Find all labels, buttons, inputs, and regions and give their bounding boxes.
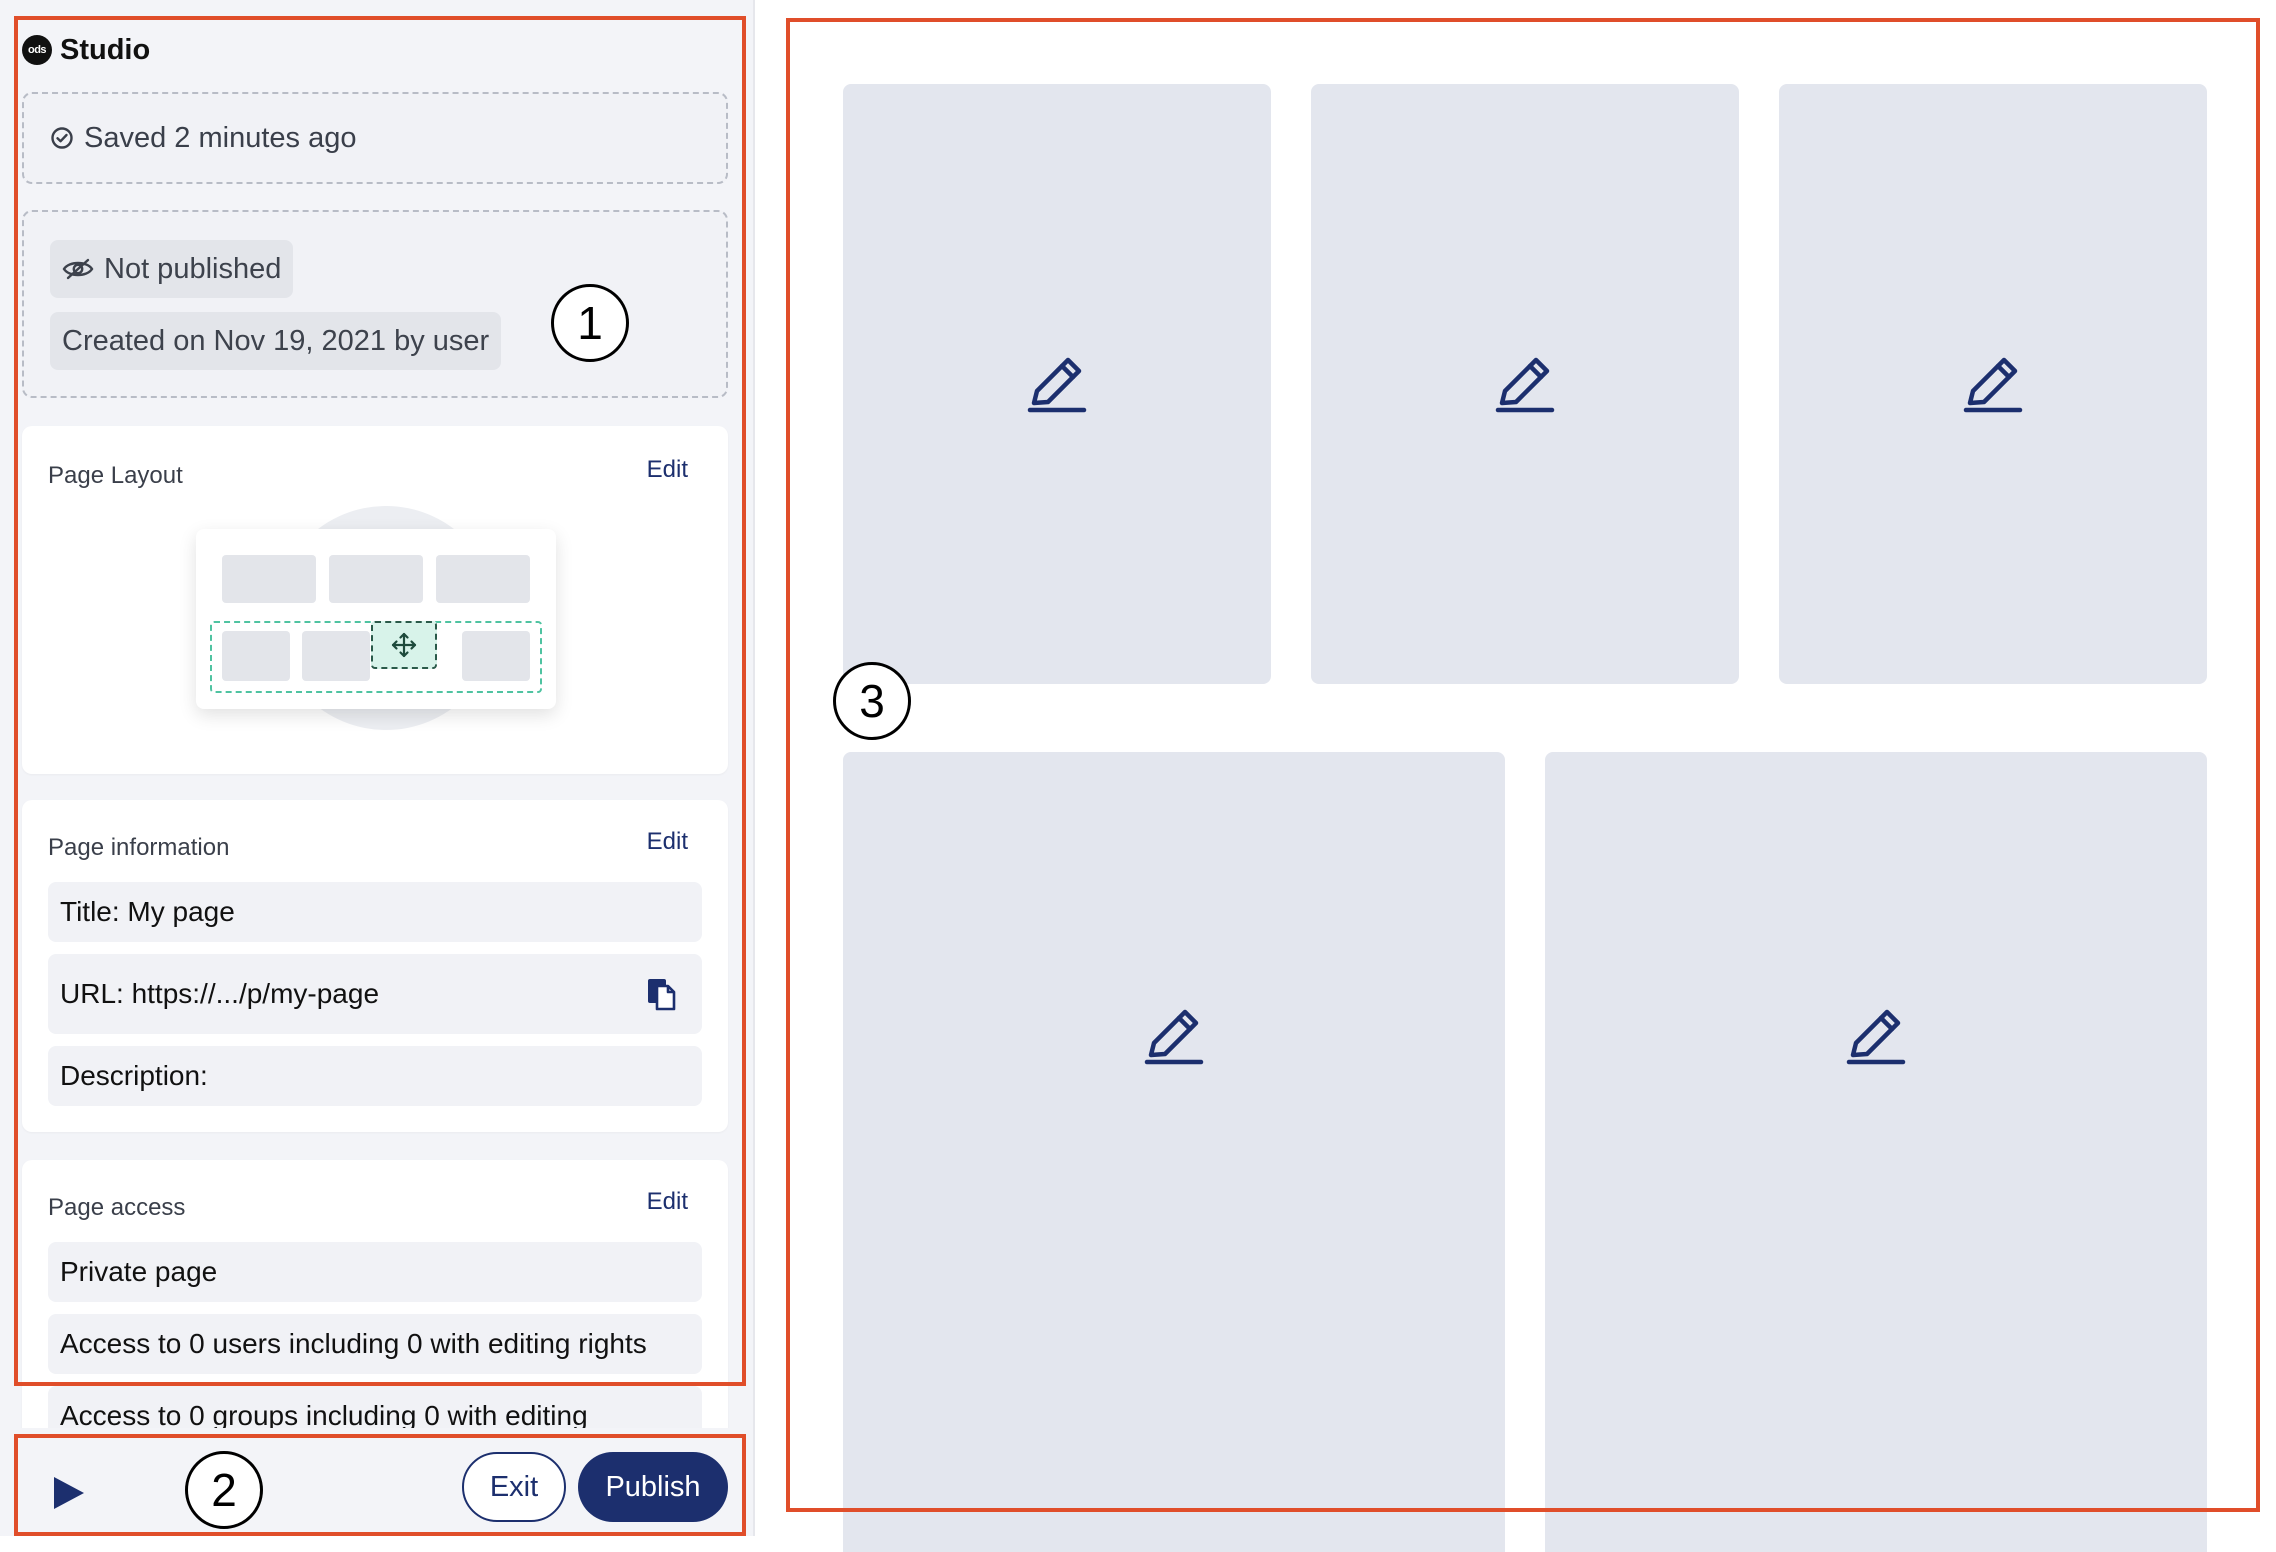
page-title-value: Title: My page <box>60 896 235 927</box>
page-info-title: Page information <box>48 834 230 861</box>
eye-off-icon <box>62 258 94 280</box>
brand: ods Studio <box>22 32 150 68</box>
page-privacy-value: Private page <box>60 1256 218 1287</box>
content-block-1[interactable] <box>843 84 1271 684</box>
brand-logo: ods <box>22 35 52 65</box>
publish-status-text: Not published <box>104 252 282 285</box>
group-access-value: Access to 0 groups including 0 with edit… <box>60 1400 588 1428</box>
check-circle-icon <box>51 127 73 149</box>
layout-block <box>222 631 290 681</box>
pencil-icon <box>1846 1009 1906 1065</box>
layout-drag-handle <box>371 621 437 669</box>
layout-block <box>436 555 530 603</box>
page-canvas <box>755 0 2276 1552</box>
bottom-action-bar: Exit Publish <box>0 1428 753 1536</box>
layout-illustration <box>196 529 556 709</box>
page-info-card: Page information Edit Title: My page URL… <box>22 800 728 1132</box>
page-privacy-field: Private page <box>48 1242 702 1302</box>
page-layout-title: Page Layout <box>48 462 183 489</box>
user-access-field: Access to 0 users including 0 with editi… <box>48 1314 702 1374</box>
page-description-field: Description: <box>48 1046 702 1106</box>
created-info-text: Created on Nov 19, 2021 by user <box>62 324 490 357</box>
exit-button[interactable]: Exit <box>462 1452 566 1522</box>
content-block-3[interactable] <box>1779 84 2207 684</box>
page-access-edit-link[interactable]: Edit <box>647 1188 688 1216</box>
page-description-value: Description: <box>60 1060 208 1091</box>
publish-status-badge: Not published <box>50 240 294 298</box>
sidebar-scroll-area[interactable]: ods Studio Saved 2 minutes ago Not publi… <box>0 0 753 1428</box>
sidebar: ods Studio Saved 2 minutes ago Not publi… <box>0 0 755 1536</box>
pencil-icon <box>1963 357 2023 413</box>
content-block-5[interactable] <box>1545 752 2207 1552</box>
annotation-marker-1: 1 <box>551 284 629 362</box>
page-access-title: Page access <box>48 1194 186 1221</box>
page-layout-card: Page Layout Edit <box>22 426 728 774</box>
pencil-icon <box>1144 1009 1204 1065</box>
page-info-edit-link[interactable]: Edit <box>647 828 688 856</box>
layout-block <box>462 631 530 681</box>
group-access-field: Access to 0 groups including 0 with edit… <box>48 1386 702 1428</box>
created-info-badge: Created on Nov 19, 2021 by user <box>50 312 502 370</box>
layout-block <box>222 555 316 603</box>
preview-button[interactable] <box>50 1474 88 1517</box>
page-access-card: Page access Edit Private page Access to … <box>22 1160 728 1428</box>
publish-button[interactable]: Publish <box>578 1452 728 1522</box>
play-icon <box>54 1477 84 1509</box>
brand-name: Studio <box>60 33 151 66</box>
page-url-value: URL: https://.../p/my-page <box>60 978 380 1009</box>
page-title-field: Title: My page <box>48 882 702 942</box>
user-access-value: Access to 0 users including 0 with editi… <box>60 1328 647 1359</box>
save-status-text: Saved 2 minutes ago <box>84 121 357 154</box>
annotation-marker-2: 2 <box>185 1451 263 1529</box>
content-block-4[interactable] <box>843 752 1505 1552</box>
save-status-card: Saved 2 minutes ago <box>22 92 728 184</box>
pencil-icon <box>1027 357 1087 413</box>
pencil-icon <box>1495 357 1555 413</box>
layout-block <box>302 631 370 681</box>
page-url-field: URL: https://.../p/my-page <box>48 954 702 1034</box>
page-layout-edit-link[interactable]: Edit <box>647 456 688 484</box>
layout-block <box>329 555 423 603</box>
content-block-2[interactable] <box>1311 84 1739 684</box>
copy-icon[interactable] <box>644 976 680 1012</box>
annotation-marker-3: 3 <box>833 662 911 740</box>
move-icon <box>391 632 417 658</box>
